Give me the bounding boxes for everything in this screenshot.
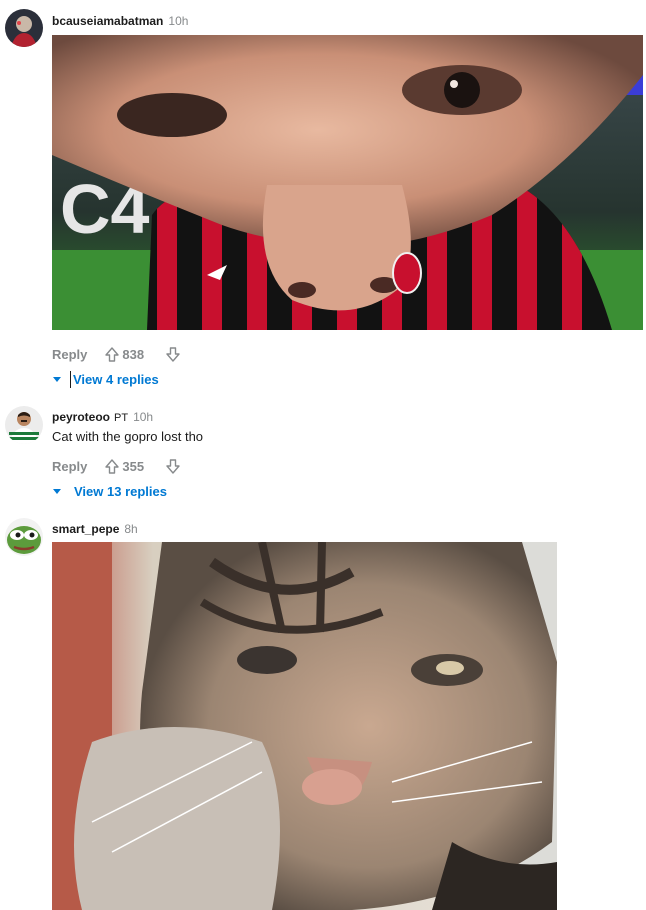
caret-down-icon <box>53 489 61 494</box>
downvote-arrow-icon <box>166 346 180 362</box>
avatar-peyroteoo[interactable] <box>5 406 43 444</box>
view-replies-button[interactable]: View 13 replies <box>53 484 167 499</box>
comment-image-cat[interactable] <box>52 542 557 910</box>
comment-image-milan-face[interactable]: C4 <box>52 35 643 330</box>
view-replies-label: View 13 replies <box>74 484 167 499</box>
view-replies-label: View 4 replies <box>73 372 159 387</box>
upvote-arrow-icon <box>105 458 120 474</box>
comment-author[interactable]: smart_pepe 8h <box>52 522 138 536</box>
reply-button[interactable]: Reply <box>52 459 87 474</box>
upvote-arrow-icon <box>105 346 120 362</box>
comment-actions: Reply 838 <box>52 344 180 364</box>
upvote-button[interactable]: 838 <box>105 347 144 362</box>
timestamp: 8h <box>124 522 138 536</box>
vote-count: 355 <box>122 458 145 474</box>
view-replies-button[interactable]: View 4 replies <box>53 371 159 388</box>
timestamp: 10h <box>133 410 154 424</box>
downvote-arrow-icon <box>166 458 180 474</box>
comment-author[interactable]: bcauseiamabatman 10h <box>52 14 188 28</box>
avatar-bcauseiamabatman[interactable] <box>5 9 43 47</box>
user-flair: PT <box>114 412 129 424</box>
upvote-button[interactable]: 355 <box>105 459 144 474</box>
comment-author[interactable]: peyroteoo PT 10h <box>52 410 153 424</box>
text-cursor <box>70 371 71 388</box>
downvote-button[interactable] <box>166 458 180 474</box>
avatar-smart_pepe[interactable] <box>5 518 43 556</box>
downvote-button[interactable] <box>166 346 180 362</box>
username[interactable]: smart_pepe <box>52 522 119 536</box>
reply-button[interactable]: Reply <box>52 347 87 362</box>
vote-count: 838 <box>122 346 145 362</box>
comment-actions: Reply 355 <box>52 456 180 476</box>
username[interactable]: bcauseiamabatman <box>52 14 163 28</box>
username[interactable]: peyroteoo <box>52 410 110 424</box>
timestamp: 10h <box>168 14 189 28</box>
comment-body: Cat with the gopro lost tho <box>52 429 204 444</box>
caret-down-icon <box>53 377 61 382</box>
